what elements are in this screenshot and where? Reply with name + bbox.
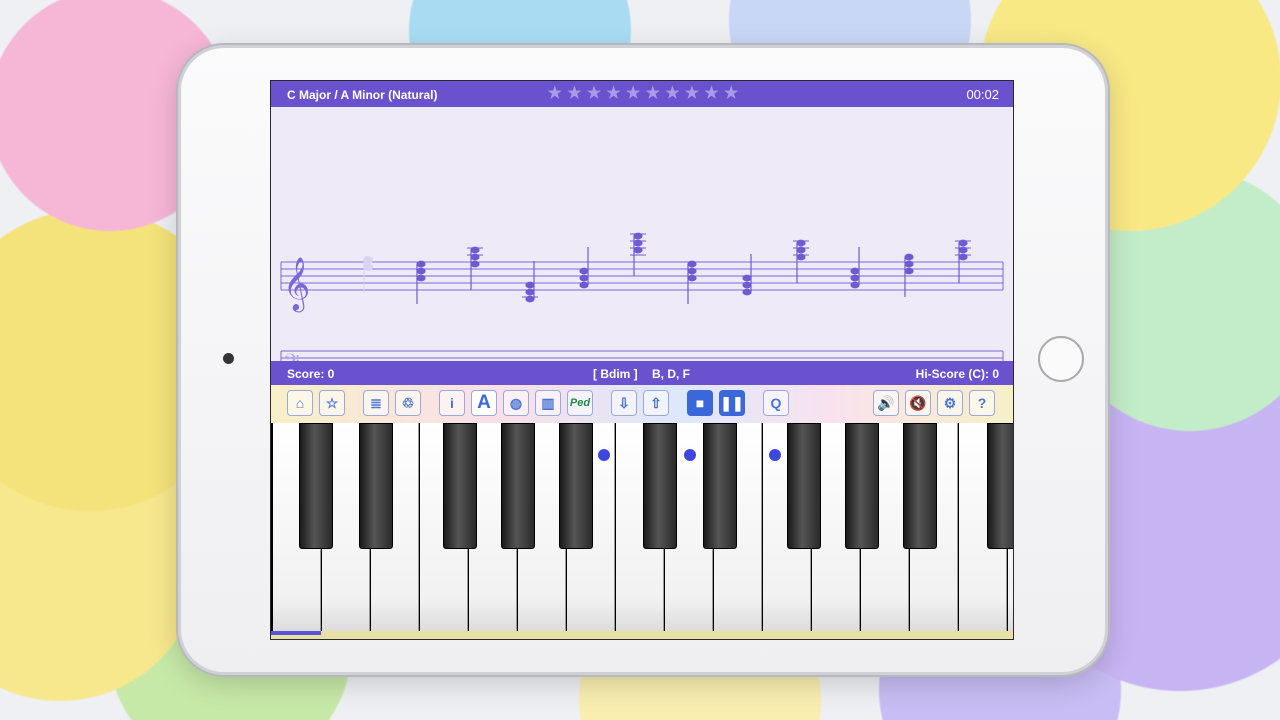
star-icon: ★ — [723, 85, 739, 102]
note-head — [687, 260, 697, 268]
black-key[interactable] — [703, 423, 737, 549]
note-head — [416, 267, 426, 275]
star-icon: ★ — [704, 85, 719, 102]
notation-area: 𝄞 𝄢 — [271, 107, 1013, 361]
black-key[interactable] — [903, 423, 937, 549]
note-head — [904, 253, 914, 261]
note-head — [416, 274, 426, 282]
pedal-button[interactable]: Ped — [567, 390, 593, 416]
score-label: Score: 0 — [287, 367, 335, 381]
note-head — [850, 267, 860, 275]
note-head — [742, 274, 752, 282]
recycle-button[interactable]: ♲ — [395, 390, 421, 416]
bass-staff — [280, 350, 1004, 361]
score-bar: Score: 0 [ Bdim ] B, D, F Hi-Score (C): … — [271, 361, 1013, 385]
keyboard-rail — [271, 631, 1013, 639]
staff-svg: 𝄞 𝄢 — [280, 232, 1004, 361]
info-button[interactable]: i — [439, 390, 465, 416]
chord — [416, 260, 426, 304]
palette-button[interactable]: ◍ — [503, 390, 529, 416]
star-icon: ★ — [665, 85, 680, 102]
chord-group — [416, 232, 971, 304]
star-icon: ★ — [567, 85, 582, 102]
note-head — [470, 260, 480, 268]
piano-keyboard — [271, 423, 1013, 639]
star-icon: ★ — [606, 85, 621, 102]
chord — [742, 254, 752, 296]
black-key[interactable] — [643, 423, 677, 549]
note-head — [850, 274, 860, 282]
black-key[interactable] — [787, 423, 821, 549]
toolbar: ⌂ ☆ ≣ ♲ i A ◍ ▥ Ped ⇩ ⇧ ■ ❚❚ Q 🔊 🔇 ⚙? — [271, 385, 1013, 423]
star-icon: ★ — [547, 85, 562, 102]
note-head — [742, 288, 752, 296]
black-key[interactable] — [845, 423, 879, 549]
arrow-up-button[interactable]: ⇧ — [643, 390, 669, 416]
help-button[interactable]: ? — [969, 390, 995, 416]
star-icon: ★ — [626, 85, 641, 102]
stop-button[interactable]: ■ — [687, 390, 713, 416]
note-head — [579, 267, 589, 275]
header-bar: C Major / A Minor (Natural) ★ ★ ★ ★ ★ ★ ★ ★ ★ ★ 0… — [271, 81, 1013, 107]
gear-button[interactable]: ⚙ — [937, 390, 963, 416]
bass-clef-icon: 𝄢 — [283, 350, 300, 361]
note-head — [904, 267, 914, 275]
speaker-button[interactable]: 🔊 — [873, 390, 899, 416]
chord-name: [ Bdim ] — [593, 367, 638, 381]
note-head — [742, 281, 752, 289]
note-head — [687, 267, 697, 275]
treble-staff — [280, 261, 1004, 291]
pause-button[interactable]: ❚❚ — [719, 390, 745, 416]
note-head — [525, 288, 535, 296]
home-button[interactable] — [1038, 336, 1084, 382]
key-title: C Major / A Minor (Natural) — [287, 88, 438, 102]
letter-a-button[interactable]: A — [471, 390, 497, 416]
note-head — [904, 260, 914, 268]
black-key[interactable] — [299, 423, 333, 549]
star-icon: ★ — [586, 85, 602, 102]
star-button[interactable]: ☆ — [319, 390, 345, 416]
hiscore-label: Hi-Score (C): 0 — [915, 367, 999, 381]
note-head — [579, 274, 589, 282]
star-rating: ★ ★ ★ ★ ★ ★ ★ ★ ★ ★ — [546, 85, 740, 103]
list-button[interactable]: ≣ — [363, 390, 389, 416]
star-icon: ★ — [684, 85, 700, 102]
chord — [579, 247, 589, 289]
black-key[interactable] — [501, 423, 535, 549]
note-head — [687, 274, 697, 282]
arrow-down-button[interactable]: ⇩ — [611, 390, 637, 416]
chord — [687, 260, 697, 304]
chord-faded — [363, 256, 373, 293]
key-hint-dot — [769, 449, 781, 461]
black-key[interactable] — [559, 423, 593, 549]
note-head — [850, 281, 860, 289]
app-screen: C Major / A Minor (Natural) ★ ★ ★ ★ ★ ★ ★ ★ ★ ★ 0… — [270, 80, 1014, 640]
black-key[interactable] — [443, 423, 477, 549]
home-button[interactable]: ⌂ — [287, 390, 313, 416]
note-head — [416, 260, 426, 268]
progress-bar — [271, 631, 321, 635]
timer: 00:02 — [966, 87, 999, 102]
chord-notes: B, D, F — [652, 367, 690, 381]
q-button[interactable]: Q — [763, 390, 789, 416]
mute-button[interactable]: 🔇 — [905, 390, 931, 416]
piano-button[interactable]: ▥ — [535, 390, 561, 416]
chord — [522, 261, 538, 303]
black-key[interactable] — [359, 423, 393, 549]
key-hint-dot — [684, 449, 696, 461]
tablet-frame: C Major / A Minor (Natural) ★ ★ ★ ★ ★ ★ ★ ★ ★ ★ 0… — [178, 45, 1108, 675]
note-head — [579, 281, 589, 289]
star-icon: ★ — [645, 85, 660, 102]
chord — [850, 247, 860, 289]
note-head — [525, 281, 535, 289]
key-hint-dot — [598, 449, 610, 461]
camera-icon — [223, 353, 234, 364]
treble-clef-icon: 𝄞 — [283, 256, 310, 312]
black-key[interactable] — [987, 423, 1013, 549]
